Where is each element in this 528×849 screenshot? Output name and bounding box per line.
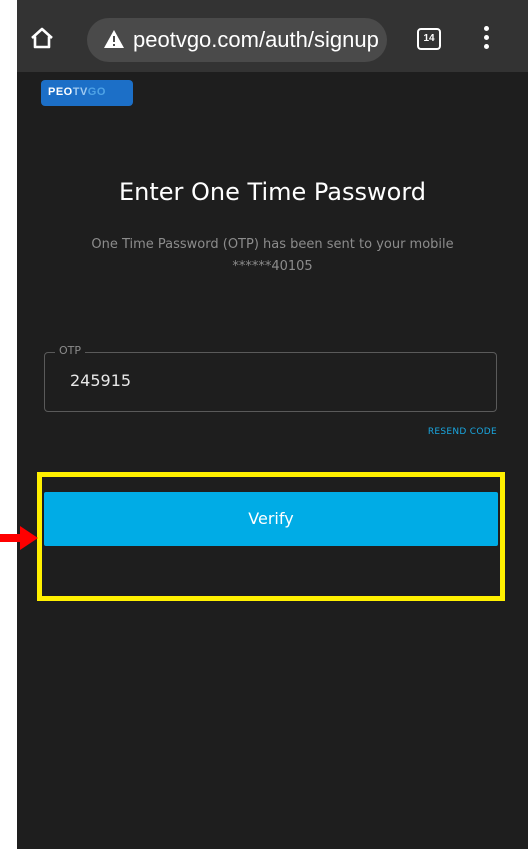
home-button[interactable]	[29, 26, 55, 50]
warning-triangle-icon	[104, 30, 124, 48]
resend-code-link[interactable]: RESEND CODE	[428, 427, 497, 437]
highlight-annotation-box	[37, 472, 505, 601]
url-text: peotvgo.com/auth/signup	[133, 27, 379, 52]
home-icon	[31, 27, 53, 49]
logo-text: PEOTVGO	[48, 86, 106, 98]
otp-input-field[interactable]: OTP 245915	[44, 344, 497, 412]
more-vert-icon[interactable]	[479, 26, 495, 50]
page-title: Enter One Time Password	[118, 178, 426, 206]
menu-dot	[484, 35, 489, 40]
phone-screen: peotvgo.com/auth/signup 14 PEOTVGO Enter…	[17, 0, 528, 849]
peotvgo-logo: PEOTVGO	[41, 80, 133, 106]
address-bar[interactable]: peotvgo.com/auth/signup	[87, 18, 387, 62]
otp-sent-message: One Time Password (OTP) has been sent to…	[91, 237, 454, 274]
tab-switcher-button[interactable]: 14	[417, 28, 441, 50]
arrow-right-icon	[0, 526, 38, 550]
browser-toolbar: peotvgo.com/auth/signup 14	[17, 0, 528, 72]
logo-part-go: GO	[87, 86, 106, 98]
menu-dot	[484, 26, 489, 31]
otp-label: OTP	[55, 344, 86, 357]
logo-part-peo: PEO	[48, 86, 73, 98]
logo-part-tv: TV	[72, 86, 88, 98]
menu-dot	[484, 44, 489, 49]
otp-value: 245915	[70, 371, 132, 390]
